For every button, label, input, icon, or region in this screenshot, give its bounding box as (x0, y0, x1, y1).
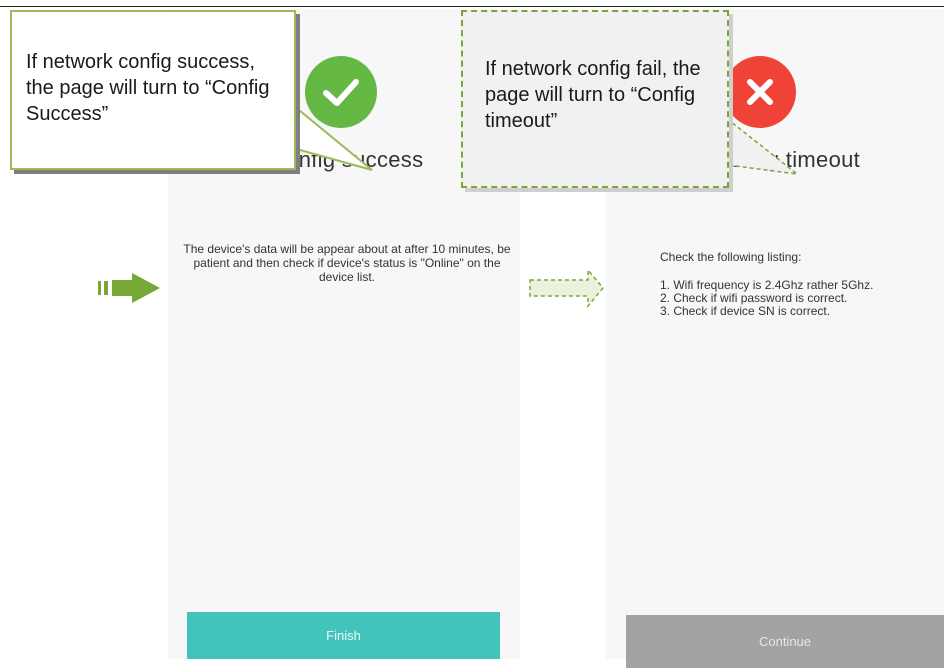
fail-arrow-icon (529, 267, 604, 309)
fail-callout-text: If network config fail, the page will tu… (485, 58, 701, 132)
cross-icon (724, 56, 796, 128)
success-message: The device's data will be appear about a… (183, 242, 511, 284)
checklist: 1. Wifi frequency is 2.4Ghz rather 5Ghz.… (660, 279, 873, 318)
checklist-item: 3. Check if device SN is correct. (660, 304, 831, 318)
success-callout: If network config success, the page will… (10, 10, 296, 170)
config-timeout-title: Config timeout (714, 147, 861, 172)
fail-callout: If network config fail, the page will tu… (461, 10, 729, 188)
success-callout-text: If network config success, the page will… (26, 51, 270, 125)
finish-button[interactable]: Finish (187, 612, 500, 659)
success-arrow-icon (98, 273, 160, 303)
top-divider (0, 6, 944, 7)
checkmark-icon (305, 56, 377, 128)
continue-button[interactable]: Continue (626, 615, 944, 668)
checklist-heading: Check the following listing: (660, 250, 802, 264)
